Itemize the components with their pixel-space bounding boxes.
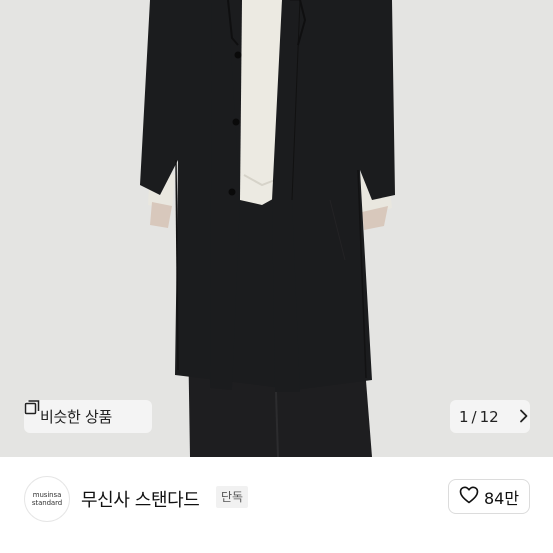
brand-row: musinsa standard 무신사 스탠다드 단독 84만 [0, 457, 553, 553]
like-button[interactable]: 84만 [448, 479, 530, 514]
heart-icon [459, 486, 484, 508]
product-image-gallery[interactable]: 비슷한 상품 1 / 12 [0, 0, 553, 457]
brand-name[interactable]: 무신사 스탠다드 [81, 486, 200, 512]
image-current-index: 1 [459, 407, 469, 426]
image-total-count: 12 [479, 407, 499, 426]
image-counter[interactable]: 1 / 12 [450, 400, 530, 433]
brand-logo-line2: standard [31, 499, 63, 507]
similar-items-label: 비슷한 상품 [40, 408, 112, 426]
exclusive-badge: 단독 [216, 486, 249, 508]
image-counter-separator: / [471, 407, 477, 426]
brand-logo[interactable]: musinsa standard [24, 476, 70, 522]
brand-logo-line1: musinsa [32, 491, 62, 499]
similar-items-button[interactable]: 비슷한 상품 [24, 400, 152, 433]
product-photo [0, 0, 553, 457]
like-count: 84만 [483, 488, 520, 508]
